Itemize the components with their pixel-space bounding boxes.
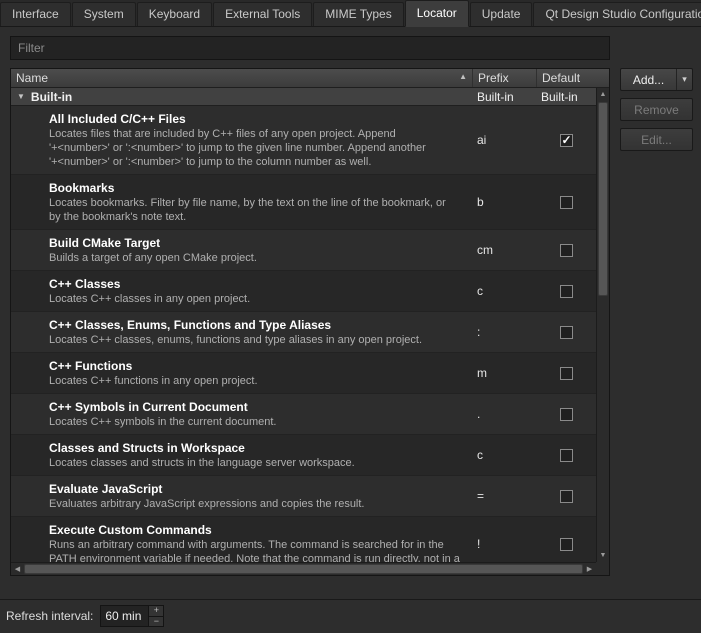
row-prefix: b — [472, 175, 536, 229]
row-title: C++ Functions — [49, 359, 468, 374]
add-button[interactable]: Add... ▾ — [620, 68, 693, 91]
table-row[interactable]: Classes and Structs in Workspace Locates… — [11, 435, 596, 476]
row-title: C++ Classes — [49, 277, 468, 292]
horizontal-scrollbar[interactable]: ◀ ▶ — [11, 562, 596, 575]
vertical-scrollbar-thumb[interactable] — [598, 102, 608, 296]
row-title: C++ Symbols in Current Document — [49, 400, 468, 415]
row-title: Bookmarks — [49, 181, 468, 196]
column-header-prefix[interactable]: Prefix — [472, 69, 536, 87]
row-prefix: = — [472, 476, 536, 516]
row-description: Locates C++ symbols in the current docum… — [49, 415, 468, 429]
table-row[interactable]: C++ Symbols in Current Document Locates … — [11, 394, 596, 435]
row-title: All Included C/C++ Files — [49, 112, 468, 127]
row-description: Builds a target of any open CMake projec… — [49, 251, 468, 265]
default-checkbox[interactable] — [560, 285, 573, 298]
action-buttons: Add... ▾ Remove Edit... — [620, 68, 693, 158]
table-row[interactable]: C++ Classes, Enums, Functions and Type A… — [11, 312, 596, 353]
row-prefix: c — [472, 271, 536, 311]
row-prefix: . — [472, 394, 536, 434]
column-header-default[interactable]: Default — [536, 69, 609, 87]
tab-system[interactable]: System — [72, 2, 136, 26]
add-dropdown-arrow-icon[interactable]: ▾ — [676, 69, 692, 90]
tab-locator[interactable]: Locator — [405, 0, 469, 27]
table-row[interactable]: Evaluate JavaScript Evaluates arbitrary … — [11, 476, 596, 517]
tab-external-tools[interactable]: External Tools — [213, 2, 312, 26]
scroll-up-icon[interactable]: ▲ — [597, 88, 609, 101]
row-description: Locates classes and structs in the langu… — [49, 456, 468, 470]
row-prefix: : — [472, 312, 536, 352]
row-description: Locates C++ functions in any open projec… — [49, 374, 468, 388]
row-prefix: ! — [472, 517, 536, 562]
row-description: Runs an arbitrary command with arguments… — [49, 538, 468, 562]
row-title: Execute Custom Commands — [49, 523, 468, 538]
row-title: C++ Classes, Enums, Functions and Type A… — [49, 318, 468, 333]
row-title: Build CMake Target — [49, 236, 468, 251]
default-checkbox[interactable] — [560, 244, 573, 257]
preferences-tabbar: Interface System Keyboard External Tools… — [0, 0, 701, 27]
default-checkbox[interactable] — [560, 326, 573, 339]
spin-down-icon[interactable]: − — [149, 617, 163, 627]
chevron-down-icon[interactable]: ▼ — [17, 92, 25, 101]
tab-mime-types[interactable]: MIME Types — [313, 2, 403, 26]
default-checkbox[interactable] — [560, 134, 573, 147]
column-header-name[interactable]: Name ▲ — [11, 69, 472, 87]
row-description: Locates C++ classes in any open project. — [49, 292, 468, 306]
default-checkbox[interactable] — [560, 196, 573, 209]
horizontal-scrollbar-thumb[interactable] — [24, 564, 583, 574]
tab-qt-design-studio-configuration[interactable]: Qt Design Studio Configuration — [533, 2, 701, 26]
row-title: Evaluate JavaScript — [49, 482, 468, 497]
table-row[interactable]: C++ Classes Locates C++ classes in any o… — [11, 271, 596, 312]
tab-keyboard[interactable]: Keyboard — [137, 2, 212, 26]
add-button-label: Add... — [621, 73, 676, 87]
spin-steppers: + − — [148, 606, 163, 626]
refresh-interval-label: Refresh interval: — [6, 609, 93, 623]
refresh-interval-spinbox[interactable]: + − — [100, 605, 164, 627]
scroll-down-icon[interactable]: ▼ — [597, 549, 609, 562]
footer: Refresh interval: + − — [6, 605, 164, 627]
scroll-left-icon[interactable]: ◀ — [11, 563, 24, 575]
row-prefix: cm — [472, 230, 536, 270]
row-description: Locates C++ classes, enums, functions an… — [49, 333, 468, 347]
sort-ascending-icon: ▲ — [459, 72, 467, 81]
group-prefix: Built-in — [472, 90, 536, 104]
default-checkbox[interactable] — [560, 449, 573, 462]
preferences-locator-page: Interface System Keyboard External Tools… — [0, 0, 701, 633]
spin-up-icon[interactable]: + — [149, 606, 163, 617]
table-row[interactable]: Bookmarks Locates bookmarks. Filter by f… — [11, 175, 596, 230]
vertical-scrollbar[interactable]: ▲ ▼ — [596, 88, 609, 562]
row-prefix: c — [472, 435, 536, 475]
locator-filters-table: Name ▲ Prefix Default ▼ Built-in Built-i… — [10, 68, 610, 576]
row-description: Locates files that are included by C++ f… — [49, 127, 468, 169]
scrollbar-corner — [596, 562, 609, 575]
table-row[interactable]: All Included C/C++ Files Locates files t… — [11, 106, 596, 175]
tab-update[interactable]: Update — [470, 2, 533, 26]
remove-button[interactable]: Remove — [620, 98, 693, 121]
row-description: Locates bookmarks. Filter by file name, … — [49, 196, 468, 224]
table-row[interactable]: Build CMake Target Builds a target of an… — [11, 230, 596, 271]
row-description: Evaluates arbitrary JavaScript expressio… — [49, 497, 468, 511]
default-checkbox[interactable] — [560, 490, 573, 503]
default-checkbox[interactable] — [560, 408, 573, 421]
scroll-right-icon[interactable]: ▶ — [583, 563, 596, 575]
footer-divider — [0, 599, 701, 600]
group-default: Built-in — [536, 90, 596, 104]
table-row[interactable]: C++ Functions Locates C++ functions in a… — [11, 353, 596, 394]
tab-interface[interactable]: Interface — [0, 2, 71, 26]
table-body: ▼ Built-in Built-in Built-in All Include… — [11, 88, 596, 562]
default-checkbox[interactable] — [560, 367, 573, 380]
column-header-name-label: Name — [16, 71, 48, 85]
group-row-built-in[interactable]: ▼ Built-in Built-in Built-in — [11, 88, 596, 106]
filter-input[interactable] — [10, 36, 610, 60]
group-label: Built-in — [31, 90, 472, 104]
row-prefix: ai — [472, 106, 536, 174]
row-prefix: m — [472, 353, 536, 393]
filter-rows: All Included C/C++ Files Locates files t… — [11, 106, 596, 562]
row-title: Classes and Structs in Workspace — [49, 441, 468, 456]
table-header: Name ▲ Prefix Default — [11, 69, 609, 88]
default-checkbox[interactable] — [560, 538, 573, 551]
edit-button[interactable]: Edit... — [620, 128, 693, 151]
table-row[interactable]: Execute Custom Commands Runs an arbitrar… — [11, 517, 596, 562]
refresh-interval-value[interactable] — [101, 606, 148, 626]
